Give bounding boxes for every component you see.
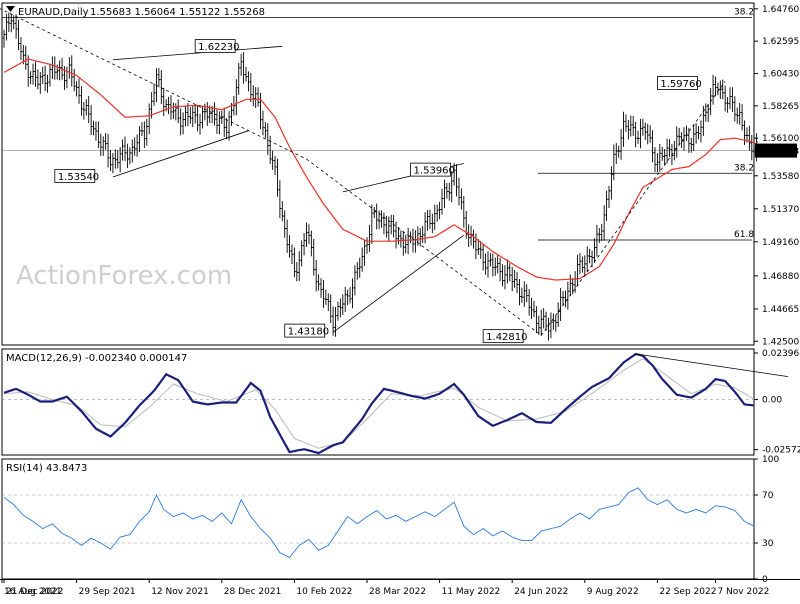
price-axis-label: 1.64760: [762, 5, 799, 15]
fib-level-label: 61.8: [734, 230, 754, 240]
price-axis-label: 1.51370: [762, 205, 799, 215]
fib-level-label: 38.2: [734, 163, 754, 173]
price-axis-label: 1.46880: [762, 272, 799, 282]
price-annotation-label: 1.59760: [660, 79, 701, 90]
rsi-title: RSI(14) 43.8473: [6, 463, 87, 474]
rsi-axis-label: 30: [762, 539, 774, 549]
time-axis-label: 21 Dec 2022: [6, 587, 64, 597]
time-axis-label: 10 Feb 2022: [296, 587, 352, 597]
price-axis-label: 1.44665: [762, 305, 799, 315]
price-axis-label: 1.62595: [762, 37, 799, 47]
time-axis-label: 7 Nov 2022: [717, 587, 769, 597]
time-axis-label: 12 Nov 2021: [151, 587, 209, 597]
time-axis-label: 29 Sep 2021: [79, 587, 136, 597]
chart-root: ActionForex.com EURAUD,Daily 1.55683 1.560…: [0, 0, 800, 600]
rsi-axis-label: 70: [762, 491, 774, 501]
price-axis-label: 1.42500: [762, 337, 799, 347]
price-axis-label: 1.49160: [762, 238, 799, 248]
time-axis-label: 9 Aug 2022: [587, 587, 639, 597]
price-axis-label: 1.58265: [762, 102, 799, 112]
fib-level-label: 38.2: [734, 8, 754, 18]
euraud-daily-chart: ActionForex.com EURAUD,Daily 1.55683 1.560…: [0, 0, 800, 600]
price-annotation-label: 1.42810: [486, 332, 527, 343]
time-axis-label: 28 Dec 2021: [224, 587, 281, 597]
price-annotation-label: 1.53960: [414, 166, 455, 177]
watermark: ActionForex.com: [16, 261, 232, 291]
time-axis-label: 22 Sep 2022: [659, 587, 716, 597]
chart-title: EURAUD,Daily: [18, 7, 89, 18]
time-axis-label: 28 Mar 2022: [369, 587, 426, 597]
macd-axis-label: 0.023963: [762, 349, 800, 359]
macd-axis-label: 0.00: [762, 396, 782, 406]
time-axis-label: 24 Jun 2022: [514, 587, 568, 597]
price-axis-label: 1.56100: [762, 134, 799, 144]
price-annotation-label: 1.53540: [58, 172, 99, 183]
rsi-axis-label: 100: [762, 455, 779, 465]
ohlc-values: 1.55683 1.56064 1.55122 1.55268: [90, 7, 265, 18]
price-axis-label: 1.60430: [762, 69, 799, 79]
price-annotation-label: 1.43180: [288, 327, 329, 338]
price-axis-label: 1.53580: [762, 172, 799, 182]
rsi-axis-label: 0: [762, 575, 768, 585]
current-price-label: 1.55268: [758, 147, 799, 157]
macd-title: MACD(12,26,9) -0.002340 0.000147: [6, 353, 187, 364]
time-axis-label: 11 May 2022: [442, 587, 501, 597]
price-annotation-label: 1.62230: [198, 42, 239, 53]
